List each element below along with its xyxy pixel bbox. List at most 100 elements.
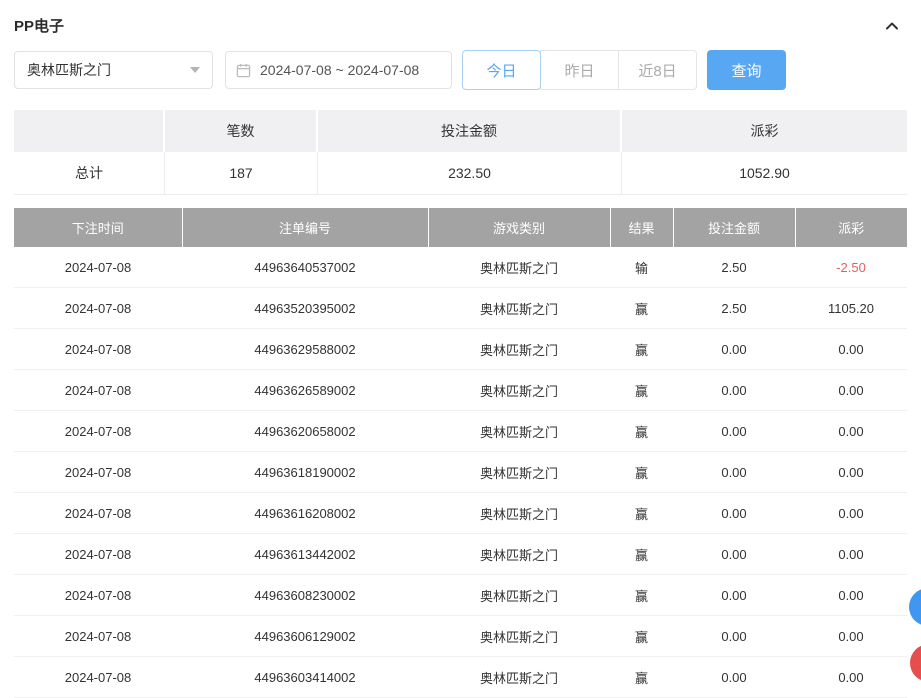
cell-bet-time: 2024-07-08	[14, 370, 182, 411]
quick-range-group: 今日 昨日 近8日	[462, 50, 697, 90]
cell-order-id: 44963620658002	[182, 411, 428, 452]
calendar-icon	[236, 63, 251, 78]
cell-payout: 0.00	[795, 452, 907, 493]
summary-total-payout: 1052.90	[622, 152, 907, 195]
records-table: 下注时间 注单编号 游戏类别 结果 投注金额 派彩 2024-07-084496…	[14, 208, 907, 698]
cell-payout: 0.00	[795, 657, 907, 698]
panel-header: PP电子	[0, 0, 921, 48]
cell-order-id: 44963616208002	[182, 493, 428, 534]
table-row: 2024-07-0844963608230002奥林匹斯之门赢0.000.00	[14, 575, 907, 616]
table-row: 2024-07-0844963629588002奥林匹斯之门赢0.000.00	[14, 329, 907, 370]
cell-payout: 0.00	[795, 534, 907, 575]
chevron-down-icon	[190, 67, 200, 73]
floating-service-button[interactable]	[909, 588, 921, 626]
panel-title: PP电子	[14, 15, 64, 36]
cell-bet-time: 2024-07-08	[14, 657, 182, 698]
records-table-body: 2024-07-0844963640537002奥林匹斯之门输2.50-2.50…	[14, 247, 907, 698]
summary-total-label: 总计	[14, 152, 165, 195]
cell-bet-amount: 0.00	[673, 411, 795, 452]
cell-result: 赢	[610, 575, 673, 616]
query-button[interactable]: 查询	[707, 50, 786, 90]
summary-header-spacer	[14, 110, 165, 152]
cell-bet-time: 2024-07-08	[14, 411, 182, 452]
cell-result: 赢	[610, 452, 673, 493]
chevron-up-icon[interactable]	[883, 17, 901, 35]
cell-result: 输	[610, 247, 673, 288]
summary-header-row: 笔数 投注金额 派彩	[14, 110, 907, 152]
table-row: 2024-07-0844963603414002奥林匹斯之门赢0.000.00	[14, 657, 907, 698]
header-bet-time: 下注时间	[14, 208, 182, 247]
cell-game-category: 奥林匹斯之门	[428, 493, 610, 534]
cell-game-category: 奥林匹斯之门	[428, 575, 610, 616]
cell-result: 赢	[610, 657, 673, 698]
cell-bet-amount: 0.00	[673, 575, 795, 616]
summary-header-bet-amount: 投注金额	[318, 110, 622, 152]
cell-bet-time: 2024-07-08	[14, 575, 182, 616]
header-game-category: 游戏类别	[428, 208, 610, 247]
table-row: 2024-07-0844963618190002奥林匹斯之门赢0.000.00	[14, 452, 907, 493]
cell-bet-amount: 0.00	[673, 452, 795, 493]
cell-result: 赢	[610, 534, 673, 575]
cell-bet-amount: 0.00	[673, 616, 795, 657]
cell-order-id: 44963629588002	[182, 329, 428, 370]
cell-order-id: 44963606129002	[182, 616, 428, 657]
header-result: 结果	[610, 208, 673, 247]
cell-bet-amount: 0.00	[673, 534, 795, 575]
cell-game-category: 奥林匹斯之门	[428, 452, 610, 493]
cell-payout: 1105.20	[795, 288, 907, 329]
cell-order-id: 44963618190002	[182, 452, 428, 493]
cell-payout: 0.00	[795, 616, 907, 657]
last-8-days-button[interactable]: 近8日	[618, 50, 697, 90]
cell-payout: 0.00	[795, 370, 907, 411]
cell-bet-amount: 2.50	[673, 288, 795, 329]
records-header-row: 下注时间 注单编号 游戏类别 结果 投注金额 派彩	[14, 208, 907, 247]
cell-game-category: 奥林匹斯之门	[428, 329, 610, 370]
cell-payout: 0.00	[795, 329, 907, 370]
cell-bet-time: 2024-07-08	[14, 452, 182, 493]
summary-total-bet-amount: 232.50	[318, 152, 622, 195]
cell-payout: 0.00	[795, 575, 907, 616]
today-button[interactable]: 今日	[462, 50, 541, 90]
cell-payout: -2.50	[795, 247, 907, 288]
summary-header-payout: 派彩	[622, 110, 907, 152]
cell-result: 赢	[610, 493, 673, 534]
cell-game-category: 奥林匹斯之门	[428, 370, 610, 411]
cell-result: 赢	[610, 411, 673, 452]
cell-game-category: 奥林匹斯之门	[428, 411, 610, 452]
summary-total-row: 总计 187 232.50 1052.90	[14, 152, 907, 195]
date-range-input[interactable]: 2024-07-08 ~ 2024-07-08	[225, 51, 452, 89]
table-row: 2024-07-0844963520395002奥林匹斯之门赢2.501105.…	[14, 288, 907, 329]
summary-header-count: 笔数	[165, 110, 318, 152]
cell-bet-time: 2024-07-08	[14, 493, 182, 534]
table-row: 2024-07-0844963606129002奥林匹斯之门赢0.000.00	[14, 616, 907, 657]
cell-payout: 0.00	[795, 493, 907, 534]
table-row: 2024-07-0844963640537002奥林匹斯之门输2.50-2.50	[14, 247, 907, 288]
cell-bet-amount: 0.00	[673, 370, 795, 411]
cell-bet-amount: 2.50	[673, 247, 795, 288]
game-select-value: 奥林匹斯之门	[27, 60, 111, 80]
cell-game-category: 奥林匹斯之门	[428, 247, 610, 288]
cell-result: 赢	[610, 616, 673, 657]
table-row: 2024-07-0844963613442002奥林匹斯之门赢0.000.00	[14, 534, 907, 575]
cell-bet-time: 2024-07-08	[14, 534, 182, 575]
cell-order-id: 44963608230002	[182, 575, 428, 616]
table-row: 2024-07-0844963620658002奥林匹斯之门赢0.000.00	[14, 411, 907, 452]
cell-bet-amount: 0.00	[673, 329, 795, 370]
cell-bet-time: 2024-07-08	[14, 288, 182, 329]
filter-bar: 奥林匹斯之门 2024-07-08 ~ 2024-07-08 今日 昨日 近8日…	[0, 48, 921, 90]
date-range-value: 2024-07-08 ~ 2024-07-08	[260, 62, 419, 78]
cell-game-category: 奥林匹斯之门	[428, 616, 610, 657]
floating-promo-button[interactable]	[910, 644, 921, 682]
header-bet-amount: 投注金额	[673, 208, 795, 247]
cell-bet-amount: 0.00	[673, 493, 795, 534]
cell-order-id: 44963520395002	[182, 288, 428, 329]
cell-bet-time: 2024-07-08	[14, 616, 182, 657]
yesterday-button[interactable]: 昨日	[540, 50, 619, 90]
cell-bet-time: 2024-07-08	[14, 247, 182, 288]
cell-order-id: 44963603414002	[182, 657, 428, 698]
summary-table: 笔数 投注金额 派彩 总计 187 232.50 1052.90	[14, 110, 907, 195]
cell-order-id: 44963640537002	[182, 247, 428, 288]
game-select[interactable]: 奥林匹斯之门	[14, 51, 213, 89]
cell-payout: 0.00	[795, 411, 907, 452]
cell-game-category: 奥林匹斯之门	[428, 288, 610, 329]
